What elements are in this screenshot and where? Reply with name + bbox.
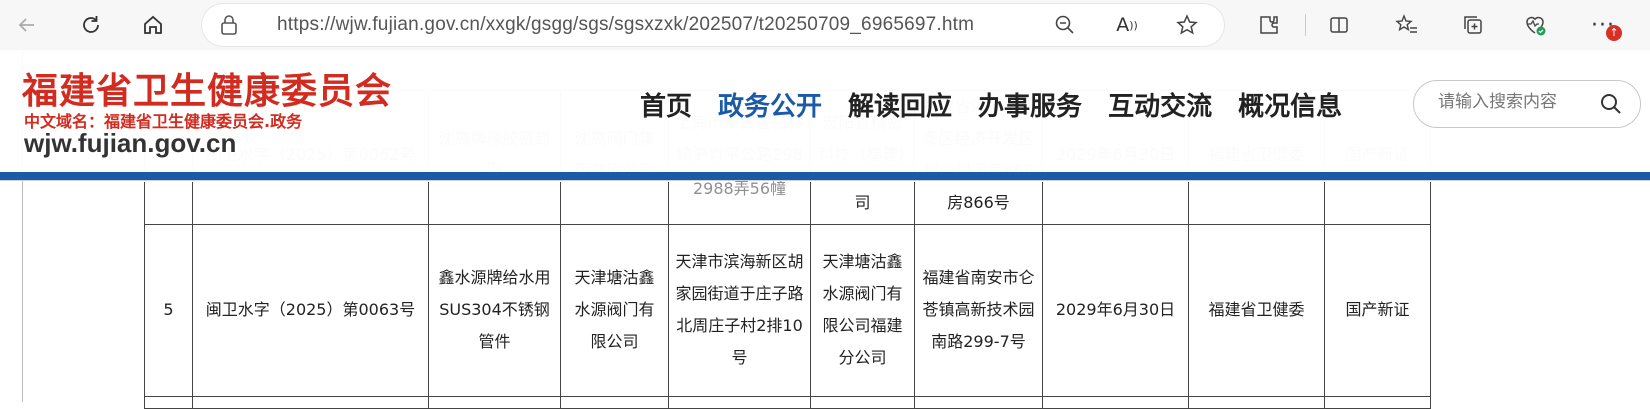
zoom-icon[interactable]	[1048, 8, 1082, 42]
cell-applicant	[560, 182, 669, 225]
site-logo-domain: wjw.fujian.gov.cn	[24, 128, 237, 158]
cell-applicant-address: 天津市滨海新区胡家园街道于庄子路北周庄子村2排10号	[668, 223, 811, 397]
cell-applicant-address: 2988弄56幢	[668, 179, 811, 225]
cell-factory-address: 福建省南安市仑苍镇高新技术园南路299-7号	[914, 223, 1043, 397]
table-row	[144, 395, 1431, 409]
search-icon[interactable]	[1600, 93, 1622, 119]
nav-item-services[interactable]: 办事服务	[978, 86, 1082, 123]
cell-applicant: 天津塘沽鑫水源阀门有限公司	[560, 223, 669, 397]
favorites-list-icon[interactable]	[1390, 8, 1424, 42]
nav-item-interaction[interactable]: 互动交流	[1108, 86, 1212, 123]
header-underline	[0, 180, 1650, 181]
cell-text: 2988弄56幢	[692, 179, 787, 198]
browser-toolbar: https://wjw.fujian.gov.cn/xxgk/gsgg/sgs/…	[0, 0, 1650, 51]
cell-type	[1324, 182, 1431, 225]
search-input[interactable]	[1436, 91, 1590, 113]
cell-product: 鑫水源牌给水用SUS304不锈钢管件	[428, 223, 561, 397]
nav-item-overview[interactable]: 概况信息	[1238, 86, 1342, 123]
table-row: 2988弄56幢 司 房866号	[144, 179, 1431, 225]
cell-no	[144, 182, 193, 225]
license-table: 2988弄56幢 司 房866号 5 闽卫水字（2025）第0063号 鑫水源牌…	[144, 179, 1431, 409]
refresh-icon[interactable]	[74, 8, 108, 42]
cell-type: 国产新证	[1324, 223, 1431, 397]
cell-valid-until	[1042, 182, 1189, 225]
cell-factory-address: 房866号	[914, 182, 1043, 225]
cell-manufacturer: 天津塘沽鑫水源阀门有限公司福建分公司	[810, 223, 915, 397]
site-logo-title[interactable]: 福建省卫生健康委员会	[22, 62, 392, 114]
extensions-icon[interactable]	[1252, 8, 1286, 42]
main-nav: 首页 政务公开 解读回应 办事服务 互动交流 概况信息	[640, 86, 1342, 123]
table-row: 5 闽卫水字（2025）第0063号 鑫水源牌给水用SUS304不锈钢管件 天津…	[144, 223, 1431, 397]
health-icon[interactable]	[1518, 8, 1552, 42]
split-screen-icon[interactable]	[1322, 8, 1356, 42]
header-divider	[0, 172, 1650, 180]
site-search	[1413, 80, 1641, 128]
back-icon[interactable]	[10, 8, 44, 42]
cell-valid-until: 2029年6月30日	[1042, 223, 1189, 397]
home-icon[interactable]	[136, 8, 170, 42]
cell-manufacturer: 司	[810, 182, 915, 225]
cell-license: 闽卫水字（2025）第0063号	[192, 223, 429, 397]
cell-product	[428, 182, 561, 225]
url-text[interactable]: https://wjw.fujian.gov.cn/xxgk/gsgg/sgs/…	[277, 14, 974, 36]
toolbar-separator	[1305, 14, 1306, 36]
cell-issuer: 福建省卫健委	[1188, 223, 1325, 397]
cell-license	[192, 182, 429, 225]
nav-item-government-affairs[interactable]: 政务公开	[718, 86, 822, 123]
cell-no: 5	[144, 223, 193, 397]
favorite-icon[interactable]	[1170, 8, 1204, 42]
nav-item-interpretation[interactable]: 解读回应	[848, 86, 952, 123]
cell-issuer	[1188, 182, 1325, 225]
notification-badge: ↑	[1606, 25, 1622, 41]
lock-icon[interactable]	[220, 15, 238, 39]
nav-item-home[interactable]: 首页	[640, 86, 692, 123]
collections-icon[interactable]	[1456, 8, 1490, 42]
read-aloud-icon[interactable]: A))	[1110, 8, 1144, 42]
